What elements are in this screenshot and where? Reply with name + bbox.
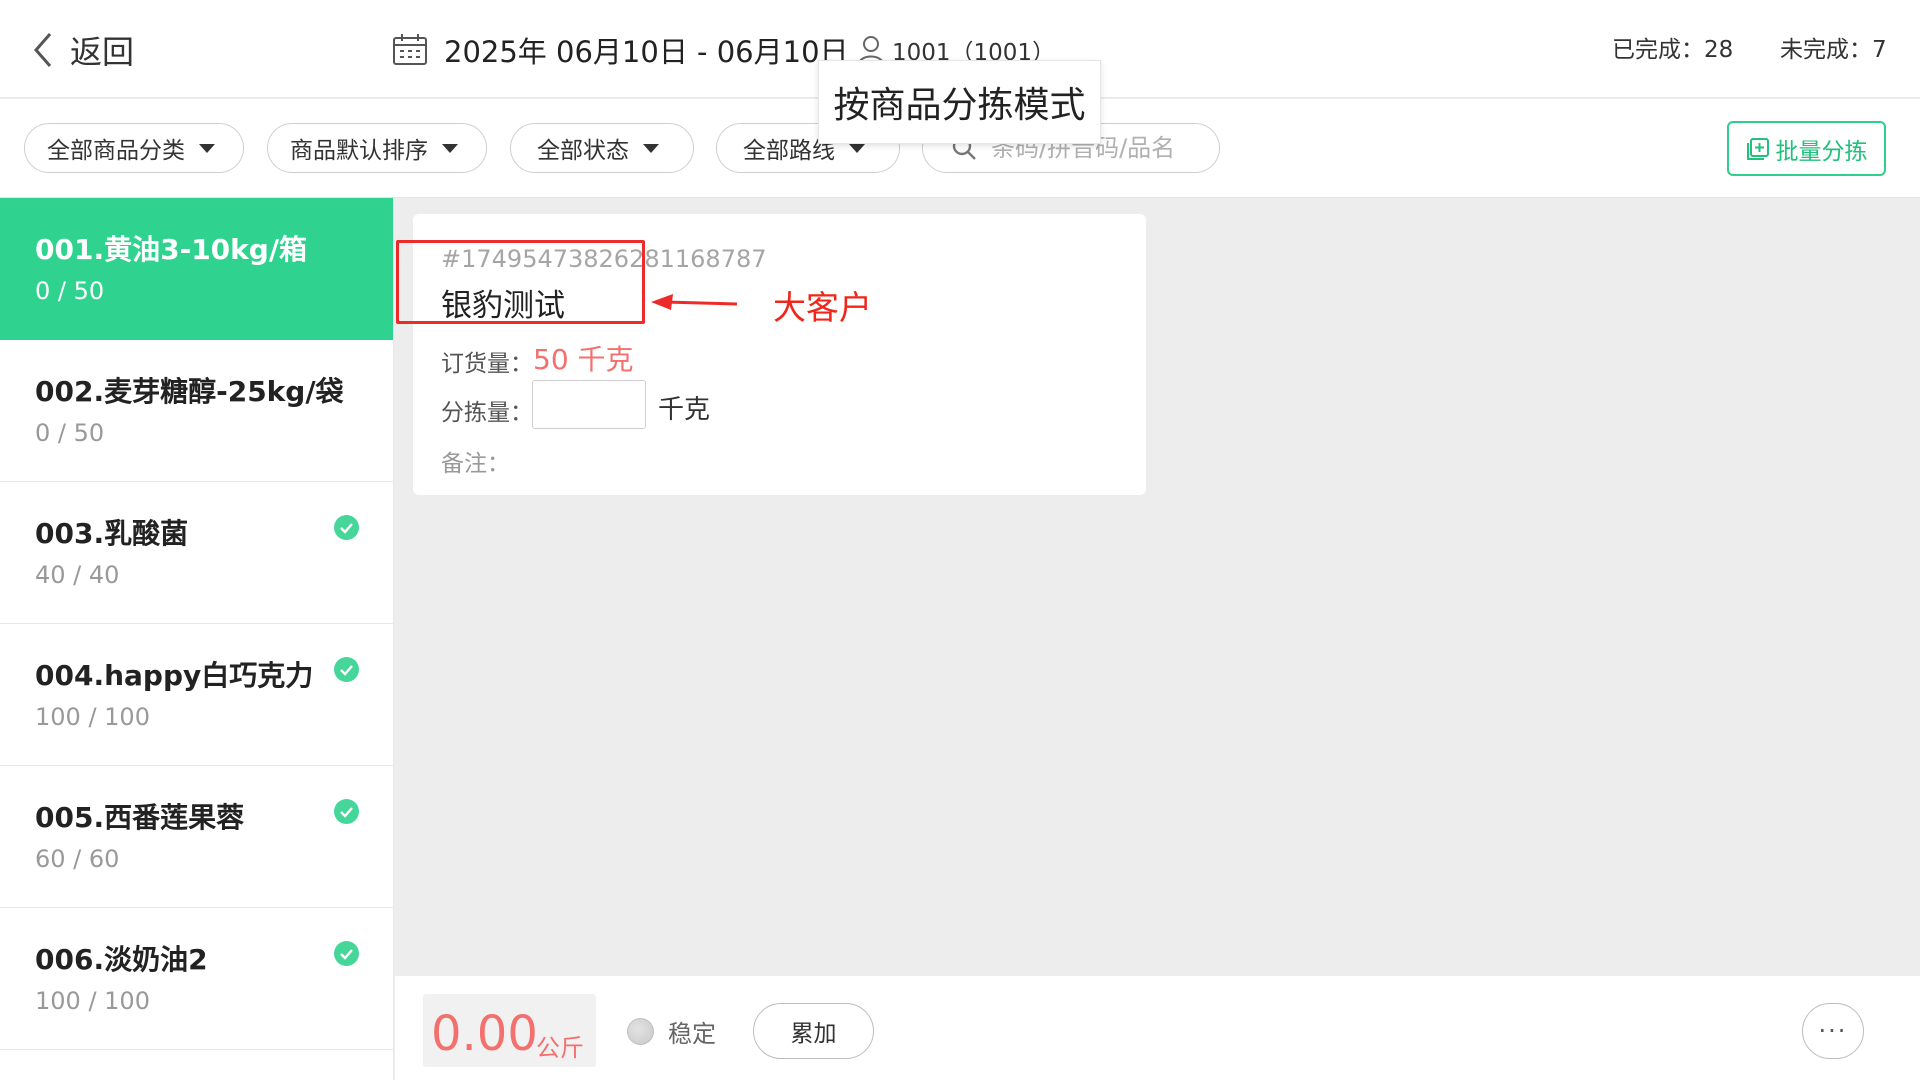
product-item[interactable]: 003.乳酸菌 40 / 40 <box>0 482 393 624</box>
batch-sort-button[interactable]: 批量分拣 <box>1727 121 1886 176</box>
order-qty-value: 50 千克 <box>533 343 634 376</box>
sort-qty-label: 分拣量： <box>441 400 533 426</box>
caret-down-icon <box>442 143 458 153</box>
product-count: 60 / 60 <box>35 845 120 873</box>
annotation-text: 大客户 <box>773 288 872 327</box>
annotation-highlight-box <box>396 240 645 324</box>
product-count: 100 / 100 <box>35 987 150 1015</box>
status-filter-label: 全部状态 <box>537 138 629 164</box>
product-list: 001.黄油3-10kg/箱 0 / 50 002.麦芽糖醇-25kg/袋 0 … <box>0 198 394 1080</box>
product-name: 002.麦芽糖醇-25kg/袋 <box>35 375 344 408</box>
status-dot-icon <box>627 1018 654 1045</box>
batch-icon <box>1746 137 1769 160</box>
caret-down-icon <box>199 143 215 153</box>
category-filter-label: 全部商品分类 <box>47 138 185 164</box>
completed-count: 已完成：28 <box>1612 37 1734 63</box>
check-circle-icon <box>334 941 359 966</box>
back-button[interactable]: 返回 <box>28 22 134 78</box>
caret-down-icon <box>643 143 659 153</box>
sort-qty-input[interactable] <box>532 380 646 429</box>
product-count: 40 / 40 <box>35 561 120 589</box>
remark-label: 备注： <box>441 451 510 477</box>
product-name: 004.happy白巧克力 <box>35 659 314 692</box>
product-item[interactable]: 002.麦芽糖醇-25kg/袋 0 / 50 <box>0 340 393 482</box>
weight-value: 0.00 <box>431 1006 538 1062</box>
product-item[interactable]: 001.黄油3-10kg/箱 0 / 50 <box>0 198 393 340</box>
stable-indicator: 稳定 <box>627 1014 716 1049</box>
product-item[interactable]: 005.西番莲果蓉 60 / 60 <box>0 766 393 908</box>
date-range-text: 2025年 06月10日 - 06月10日 <box>444 35 849 69</box>
sort-qty-unit: 千克 <box>658 395 711 425</box>
accumulate-button[interactable]: 累加 <box>753 1003 874 1059</box>
sort-filter-dropdown[interactable]: 商品默认排序 <box>267 123 487 173</box>
product-count: 0 / 50 <box>35 277 105 305</box>
mode-tooltip: 按商品分拣模式 <box>818 60 1101 144</box>
calendar-icon <box>393 34 427 65</box>
product-name: 005.西番莲果蓉 <box>35 801 245 834</box>
product-name: 003.乳酸菌 <box>35 517 189 550</box>
product-count: 100 / 100 <box>35 703 150 731</box>
batch-sort-label: 批量分拣 <box>1775 138 1868 165</box>
check-circle-icon <box>334 515 359 540</box>
annotation-arrow-icon <box>651 294 738 310</box>
product-count: 0 / 50 <box>35 419 105 447</box>
category-filter-dropdown[interactable]: 全部商品分类 <box>24 123 244 173</box>
check-circle-icon <box>334 799 359 824</box>
bottom-bar: 0.00 公斤 稳定 累加 ··· <box>395 976 1920 1080</box>
sort-filter-label: 商品默认排序 <box>290 138 428 164</box>
weight-display: 0.00 公斤 <box>423 994 596 1067</box>
status-filter-dropdown[interactable]: 全部状态 <box>510 123 694 173</box>
check-circle-icon <box>334 657 359 682</box>
uncompleted-count: 未完成：7 <box>1780 37 1887 63</box>
accumulate-label: 累加 <box>790 1021 837 1047</box>
product-name: 006.淡奶油2 <box>35 943 208 976</box>
product-item[interactable]: 004.happy白巧克力 100 / 100 <box>0 624 393 766</box>
chevron-left-icon <box>34 33 52 67</box>
caret-down-icon <box>849 143 865 153</box>
stable-label: 稳定 <box>668 1020 716 1048</box>
more-button[interactable]: ··· <box>1802 1003 1864 1059</box>
weight-unit: 公斤 <box>536 1034 584 1062</box>
date-range-picker[interactable]: 2025年 06月10日 - 06月10日 <box>392 28 849 72</box>
order-qty-label: 订货量： <box>441 351 533 377</box>
back-label: 返回 <box>70 33 135 71</box>
product-item[interactable]: 006.淡奶油2 100 / 100 <box>0 908 393 1050</box>
product-name: 001.黄油3-10kg/箱 <box>35 233 308 266</box>
more-dots-icon: ··· <box>1818 1017 1848 1045</box>
